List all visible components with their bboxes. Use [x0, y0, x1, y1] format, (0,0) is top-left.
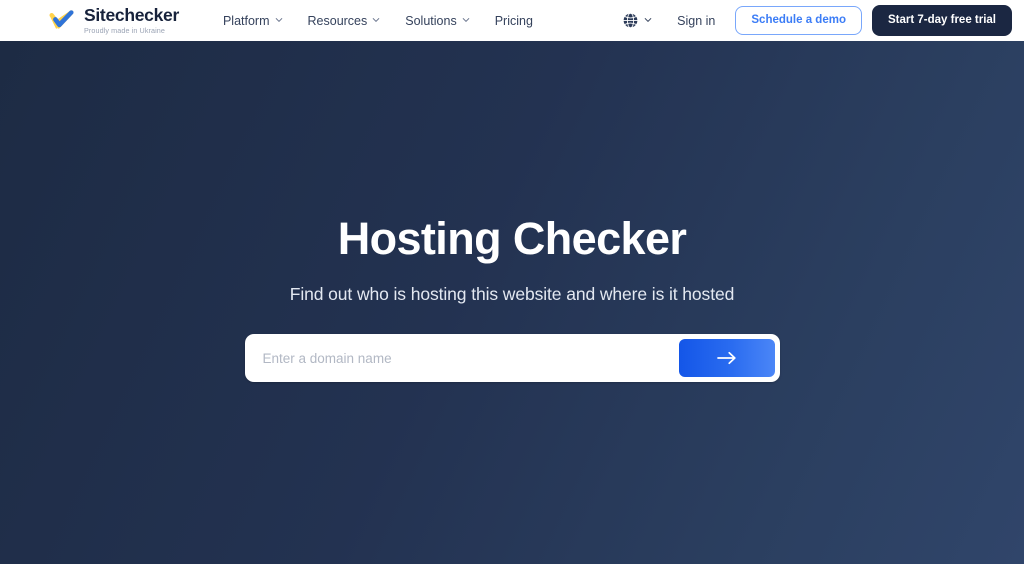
nav-item-label: Resources	[307, 13, 368, 28]
nav-item-platform[interactable]: Platform	[223, 14, 282, 28]
sign-in-link[interactable]: Sign in	[677, 14, 715, 28]
chevron-down-icon	[275, 16, 282, 23]
arrow-right-icon	[715, 350, 739, 366]
site-header: Sitechecker Proudly made in Ukraine Plat…	[0, 0, 1024, 41]
start-free-trial-button[interactable]: Start 7-day free trial	[871, 5, 1012, 36]
language-selector[interactable]	[622, 12, 652, 29]
globe-icon	[622, 12, 639, 29]
page-root: Sitechecker Proudly made in Ukraine Plat…	[0, 0, 1024, 564]
brand-logo[interactable]: Sitechecker Proudly made in Ukraine	[48, 4, 179, 35]
nav-item-label: Pricing	[494, 13, 533, 28]
chevron-down-icon	[462, 16, 469, 23]
brand-tagline: Proudly made in Ukraine	[84, 25, 166, 35]
brand-text: Sitechecker Proudly made in Ukraine	[84, 4, 179, 35]
nav-item-pricing[interactable]: Pricing	[495, 14, 533, 28]
domain-search-form	[244, 334, 780, 383]
nav-item-resources[interactable]: Resources	[308, 14, 380, 28]
nav-item-label: Solutions	[405, 13, 457, 28]
nav-item-label: Platform	[222, 13, 270, 28]
page-title: Hosting Checker	[337, 213, 687, 264]
schedule-demo-button[interactable]: Schedule a demo	[735, 5, 862, 36]
domain-search-input[interactable]	[249, 339, 679, 378]
header-actions: Sign in Schedule a demo Start 7-day free…	[622, 5, 1012, 36]
chevron-down-icon	[644, 16, 652, 23]
chevron-down-icon	[372, 16, 380, 23]
hero-content: Hosting Checker Find out who is hosting …	[0, 41, 1024, 383]
nav-item-solutions[interactable]: Solutions	[405, 13, 469, 28]
brand-name: Sitechecker	[84, 4, 179, 25]
hero-section: Hosting Checker Find out who is hosting …	[0, 41, 1024, 564]
main-navigation: Platform Resources Solutions Pricing	[223, 14, 533, 28]
page-subtitle: Find out who is hosting this website and…	[289, 284, 735, 305]
domain-search-submit-button[interactable]	[678, 339, 775, 378]
ukraine-checkmark-icon	[48, 9, 75, 31]
